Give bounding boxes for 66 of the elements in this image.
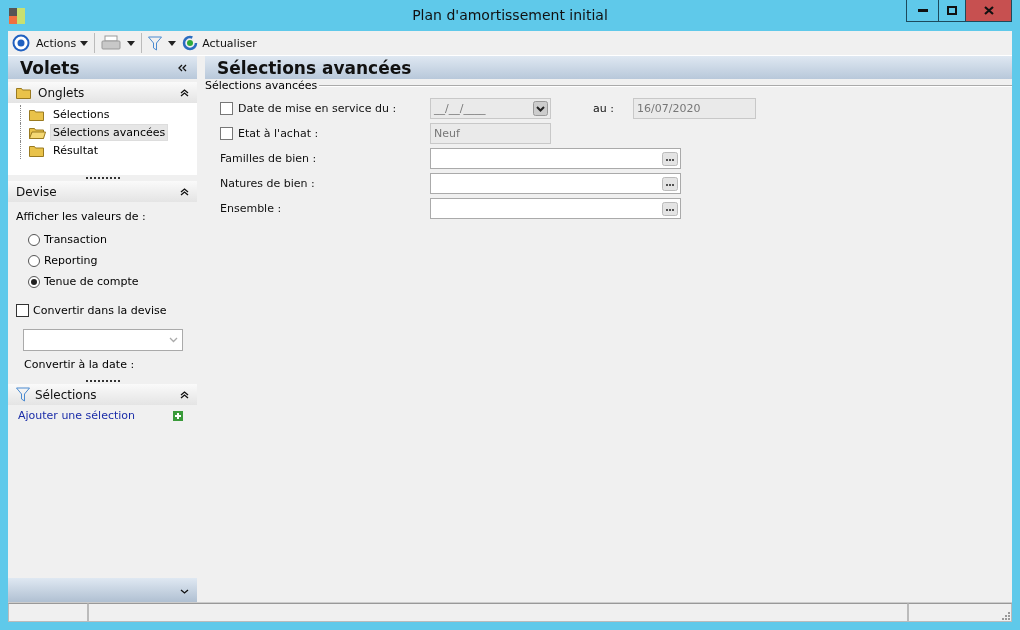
add-selection-link[interactable]: Ajouter une sélection <box>18 409 136 422</box>
ellipsis-button[interactable] <box>662 151 678 166</box>
section-title: Devise <box>16 184 58 199</box>
radio-button[interactable] <box>28 275 40 288</box>
input-field[interactable]: Neuf <box>430 123 551 144</box>
refresh-button[interactable]: Actualiser <box>182 35 257 51</box>
field-label: Natures de bien : <box>220 177 315 190</box>
lookup-field[interactable] <box>430 173 681 194</box>
refresh-icon <box>182 35 199 51</box>
app-icon <box>8 7 26 25</box>
target-icon[interactable] <box>12 34 30 52</box>
collapse-icon[interactable] <box>180 390 189 399</box>
field-label: au : <box>592 102 615 115</box>
caret-icon <box>80 40 89 46</box>
caret-icon <box>169 337 178 343</box>
section-header[interactable]: Devise <box>8 181 197 202</box>
pane-title: Volets <box>20 57 80 78</box>
checkbox[interactable] <box>16 304 29 317</box>
collapse-icon[interactable] <box>180 88 189 97</box>
ellipsis-button[interactable] <box>662 176 678 191</box>
date-field[interactable]: __/__/____ <box>430 98 551 119</box>
lookup-field[interactable] <box>430 148 681 169</box>
caret-icon[interactable] <box>127 40 136 46</box>
open-folder-icon <box>29 125 46 139</box>
tree-item[interactable]: Sélections <box>50 105 113 123</box>
pane-title: Sélections avancées <box>217 57 412 78</box>
section-header[interactable]: Sélections <box>8 384 197 405</box>
date-field[interactable]: 16/07/2020 <box>633 98 756 119</box>
section-header[interactable]: Onglets <box>8 82 197 103</box>
radio-button[interactable] <box>28 254 40 267</box>
resize-grip-icon[interactable] <box>1001 611 1011 621</box>
folder-icon <box>29 107 46 121</box>
field-label: Date de mise en service du : <box>238 102 397 115</box>
radio-label: Transaction <box>44 233 107 246</box>
filter-icon <box>16 387 30 402</box>
radio-label: Reporting <box>44 254 98 267</box>
folder-icon <box>16 86 33 99</box>
dropdown-icon[interactable] <box>533 101 548 116</box>
collapse-icon[interactable] <box>178 63 187 72</box>
window-title: Plan d'amortissement initial <box>411 7 609 23</box>
filter-icon <box>148 35 163 51</box>
group-label: Sélections avancées <box>205 79 318 92</box>
folder-icon <box>29 143 46 157</box>
tree-item[interactable]: Résultat <box>50 141 102 159</box>
checkbox[interactable] <box>220 127 233 140</box>
section-title: Sélections <box>35 387 98 402</box>
checkbox[interactable] <box>220 102 233 115</box>
field-label: Ensemble : <box>220 202 282 215</box>
field-label: Convertir à la date : <box>24 358 136 371</box>
maximize-icon[interactable] <box>947 6 957 15</box>
plus-icon[interactable] <box>173 410 183 421</box>
lookup-field[interactable] <box>430 198 681 219</box>
radio-button[interactable] <box>28 233 40 246</box>
tree-item[interactable]: Sélections avancées <box>50 123 169 141</box>
collapse-icon[interactable] <box>180 187 189 196</box>
field-label: Familles de bien : <box>220 152 317 165</box>
minimize-icon[interactable] <box>917 9 928 12</box>
caret-icon[interactable] <box>168 40 177 46</box>
field-label: Etat à l'achat : <box>238 127 319 140</box>
section-title: Onglets <box>38 85 86 100</box>
actions-menu[interactable]: Actions <box>36 36 89 50</box>
close-icon[interactable] <box>983 6 994 15</box>
checkbox-label: Convertir dans la devise <box>33 304 167 317</box>
prompt-text: Afficher les valeurs de : <box>16 210 147 223</box>
ellipsis-button[interactable] <box>662 201 678 216</box>
radio-label: Tenue de compte <box>44 275 139 288</box>
